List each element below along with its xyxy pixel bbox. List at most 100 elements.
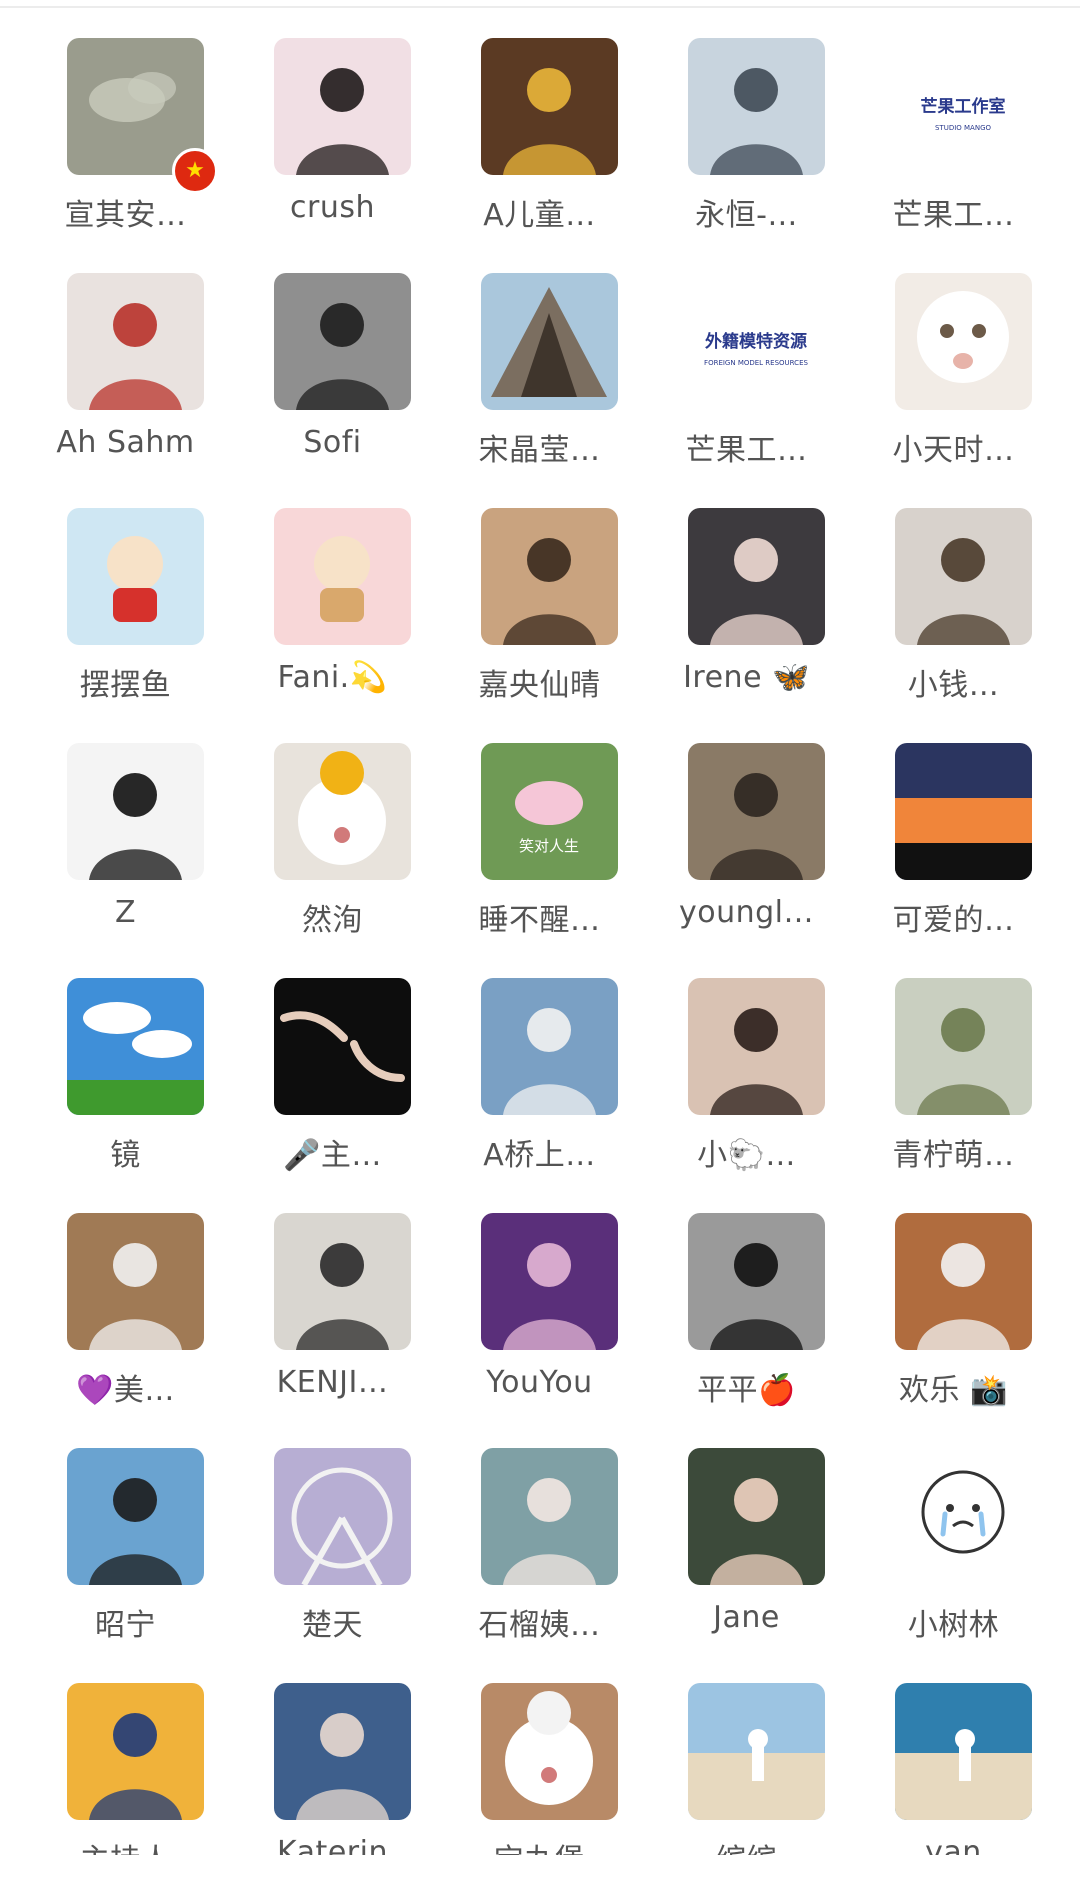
member-item[interactable]: 小钱… — [850, 508, 1057, 708]
member-item[interactable]: Irene 🦋 — [643, 508, 850, 708]
avatar[interactable] — [688, 1683, 825, 1820]
member-item[interactable]: A儿童… — [436, 38, 643, 238]
person-avatar-icon — [688, 978, 825, 1115]
avatar[interactable] — [67, 273, 204, 410]
member-item[interactable]: 楚天 — [229, 1448, 436, 1648]
person-avatar-icon — [274, 1213, 411, 1350]
member-item[interactable]: youngl… — [643, 743, 850, 943]
member-item[interactable]: 永恒-… — [643, 38, 850, 238]
avatar[interactable]: 外籍模特资源 FOREIGN MODEL RESOURCES — [688, 273, 825, 410]
member-item[interactable]: 平平🍎 — [643, 1213, 850, 1413]
member-item[interactable]: 宋晶莹… — [436, 273, 643, 473]
person-avatar-icon — [274, 38, 411, 175]
avatar[interactable] — [895, 743, 1032, 880]
member-name: 芒果工… — [685, 433, 808, 468]
member-item[interactable]: Z — [22, 743, 229, 943]
member-item[interactable]: 笑对人生 睡不醒… — [436, 743, 643, 943]
avatar[interactable] — [688, 978, 825, 1115]
person-avatar-icon — [67, 273, 204, 410]
avatar[interactable] — [274, 1683, 411, 1820]
member-item[interactable]: Katerin — [229, 1683, 436, 1883]
avatar[interactable] — [274, 273, 411, 410]
avatar[interactable] — [481, 1448, 618, 1585]
person-avatar-icon — [481, 1448, 618, 1585]
member-item[interactable]: Sofi — [229, 273, 436, 473]
avatar[interactable] — [481, 1213, 618, 1350]
avatar[interactable] — [688, 508, 825, 645]
person-avatar-icon — [274, 1683, 411, 1820]
sky-avatar-icon — [67, 978, 204, 1115]
avatar[interactable]: 笑对人生 — [481, 743, 618, 880]
member-item[interactable]: 缤缤 — [643, 1683, 850, 1883]
member-item[interactable]: 宣其安… ★ — [22, 38, 229, 238]
hands-avatar-icon — [274, 978, 411, 1115]
member-name: 小树林 — [907, 1608, 1000, 1643]
avatar[interactable] — [274, 1213, 411, 1350]
avatar[interactable] — [274, 38, 411, 175]
avatar[interactable] — [688, 743, 825, 880]
member-item[interactable]: 小🐑… — [643, 978, 850, 1178]
avatar[interactable] — [481, 273, 618, 410]
member-name: YouYou — [486, 1365, 593, 1400]
avatar[interactable] — [274, 978, 411, 1115]
member-item[interactable]: 宝丸堡 — [436, 1683, 643, 1883]
avatar[interactable] — [67, 1448, 204, 1585]
avatar[interactable]: 芒果工作室 STUDIO MANGO — [895, 38, 1032, 175]
member-item[interactable]: 🎤主… — [229, 978, 436, 1178]
person-avatar-icon — [688, 1213, 825, 1350]
member-item[interactable]: 可爱的… — [850, 743, 1057, 943]
avatar[interactable] — [481, 1683, 618, 1820]
member-item[interactable]: Jane — [643, 1448, 850, 1648]
avatar[interactable] — [895, 273, 1032, 410]
avatar[interactable] — [481, 38, 618, 175]
avatar[interactable] — [895, 1213, 1032, 1350]
member-item[interactable]: 主持人 — [22, 1683, 229, 1883]
member-name: 小钱… — [907, 668, 1000, 703]
member-item[interactable]: 外籍模特资源 FOREIGN MODEL RESOURCES 芒果工… — [643, 273, 850, 473]
avatar[interactable] — [688, 1448, 825, 1585]
flag-badge-icon: ★ — [172, 148, 218, 194]
member-item[interactable]: KENJI… — [229, 1213, 436, 1413]
member-name: 宣其安… — [64, 198, 187, 233]
member-item[interactable]: 欢乐 📸 — [850, 1213, 1057, 1413]
avatar[interactable] — [67, 978, 204, 1115]
member-item[interactable]: 嘉央仙晴 — [436, 508, 643, 708]
avatar[interactable] — [895, 1448, 1032, 1585]
member-item[interactable]: crush — [229, 38, 436, 238]
member-item[interactable]: 镜 — [22, 978, 229, 1178]
avatar[interactable] — [67, 1213, 204, 1350]
avatar[interactable] — [67, 508, 204, 645]
person-avatar-icon — [67, 1683, 204, 1820]
member-name: 镜 — [110, 1138, 141, 1173]
avatar[interactable] — [895, 508, 1032, 645]
avatar[interactable] — [895, 978, 1032, 1115]
avatar[interactable] — [895, 1683, 1032, 1820]
member-item[interactable]: A桥上… — [436, 978, 643, 1178]
member-item[interactable]: Ah Sahm — [22, 273, 229, 473]
avatar[interactable] — [274, 743, 411, 880]
avatar[interactable] — [274, 1448, 411, 1585]
member-name: 小🐑… — [697, 1138, 796, 1173]
member-item[interactable]: 摆摆鱼 — [22, 508, 229, 708]
avatar[interactable] — [688, 38, 825, 175]
member-item[interactable]: YouYou — [436, 1213, 643, 1413]
avatar[interactable] — [481, 978, 618, 1115]
avatar[interactable] — [274, 508, 411, 645]
member-item[interactable]: 昭宁 — [22, 1448, 229, 1648]
member-name: 小天时… — [892, 433, 1015, 468]
member-item[interactable]: yan — [850, 1683, 1057, 1883]
member-item[interactable]: 然洵 — [229, 743, 436, 943]
avatar[interactable] — [67, 743, 204, 880]
avatar[interactable] — [67, 1683, 204, 1820]
avatar[interactable] — [481, 508, 618, 645]
member-item[interactable]: 芒果工作室 STUDIO MANGO 芒果工… — [850, 38, 1057, 238]
member-item[interactable]: 小树林 — [850, 1448, 1057, 1648]
member-item[interactable]: Fani.💫 — [229, 508, 436, 708]
avatar[interactable] — [688, 1213, 825, 1350]
member-item[interactable]: 小天时… — [850, 273, 1057, 473]
member-item[interactable]: 石榴姨… — [436, 1448, 643, 1648]
member-item[interactable]: 💜美… — [22, 1213, 229, 1413]
sunset-avatar-icon — [895, 743, 1032, 880]
member-name: yan — [925, 1835, 982, 1870]
member-item[interactable]: 青柠萌… — [850, 978, 1057, 1178]
